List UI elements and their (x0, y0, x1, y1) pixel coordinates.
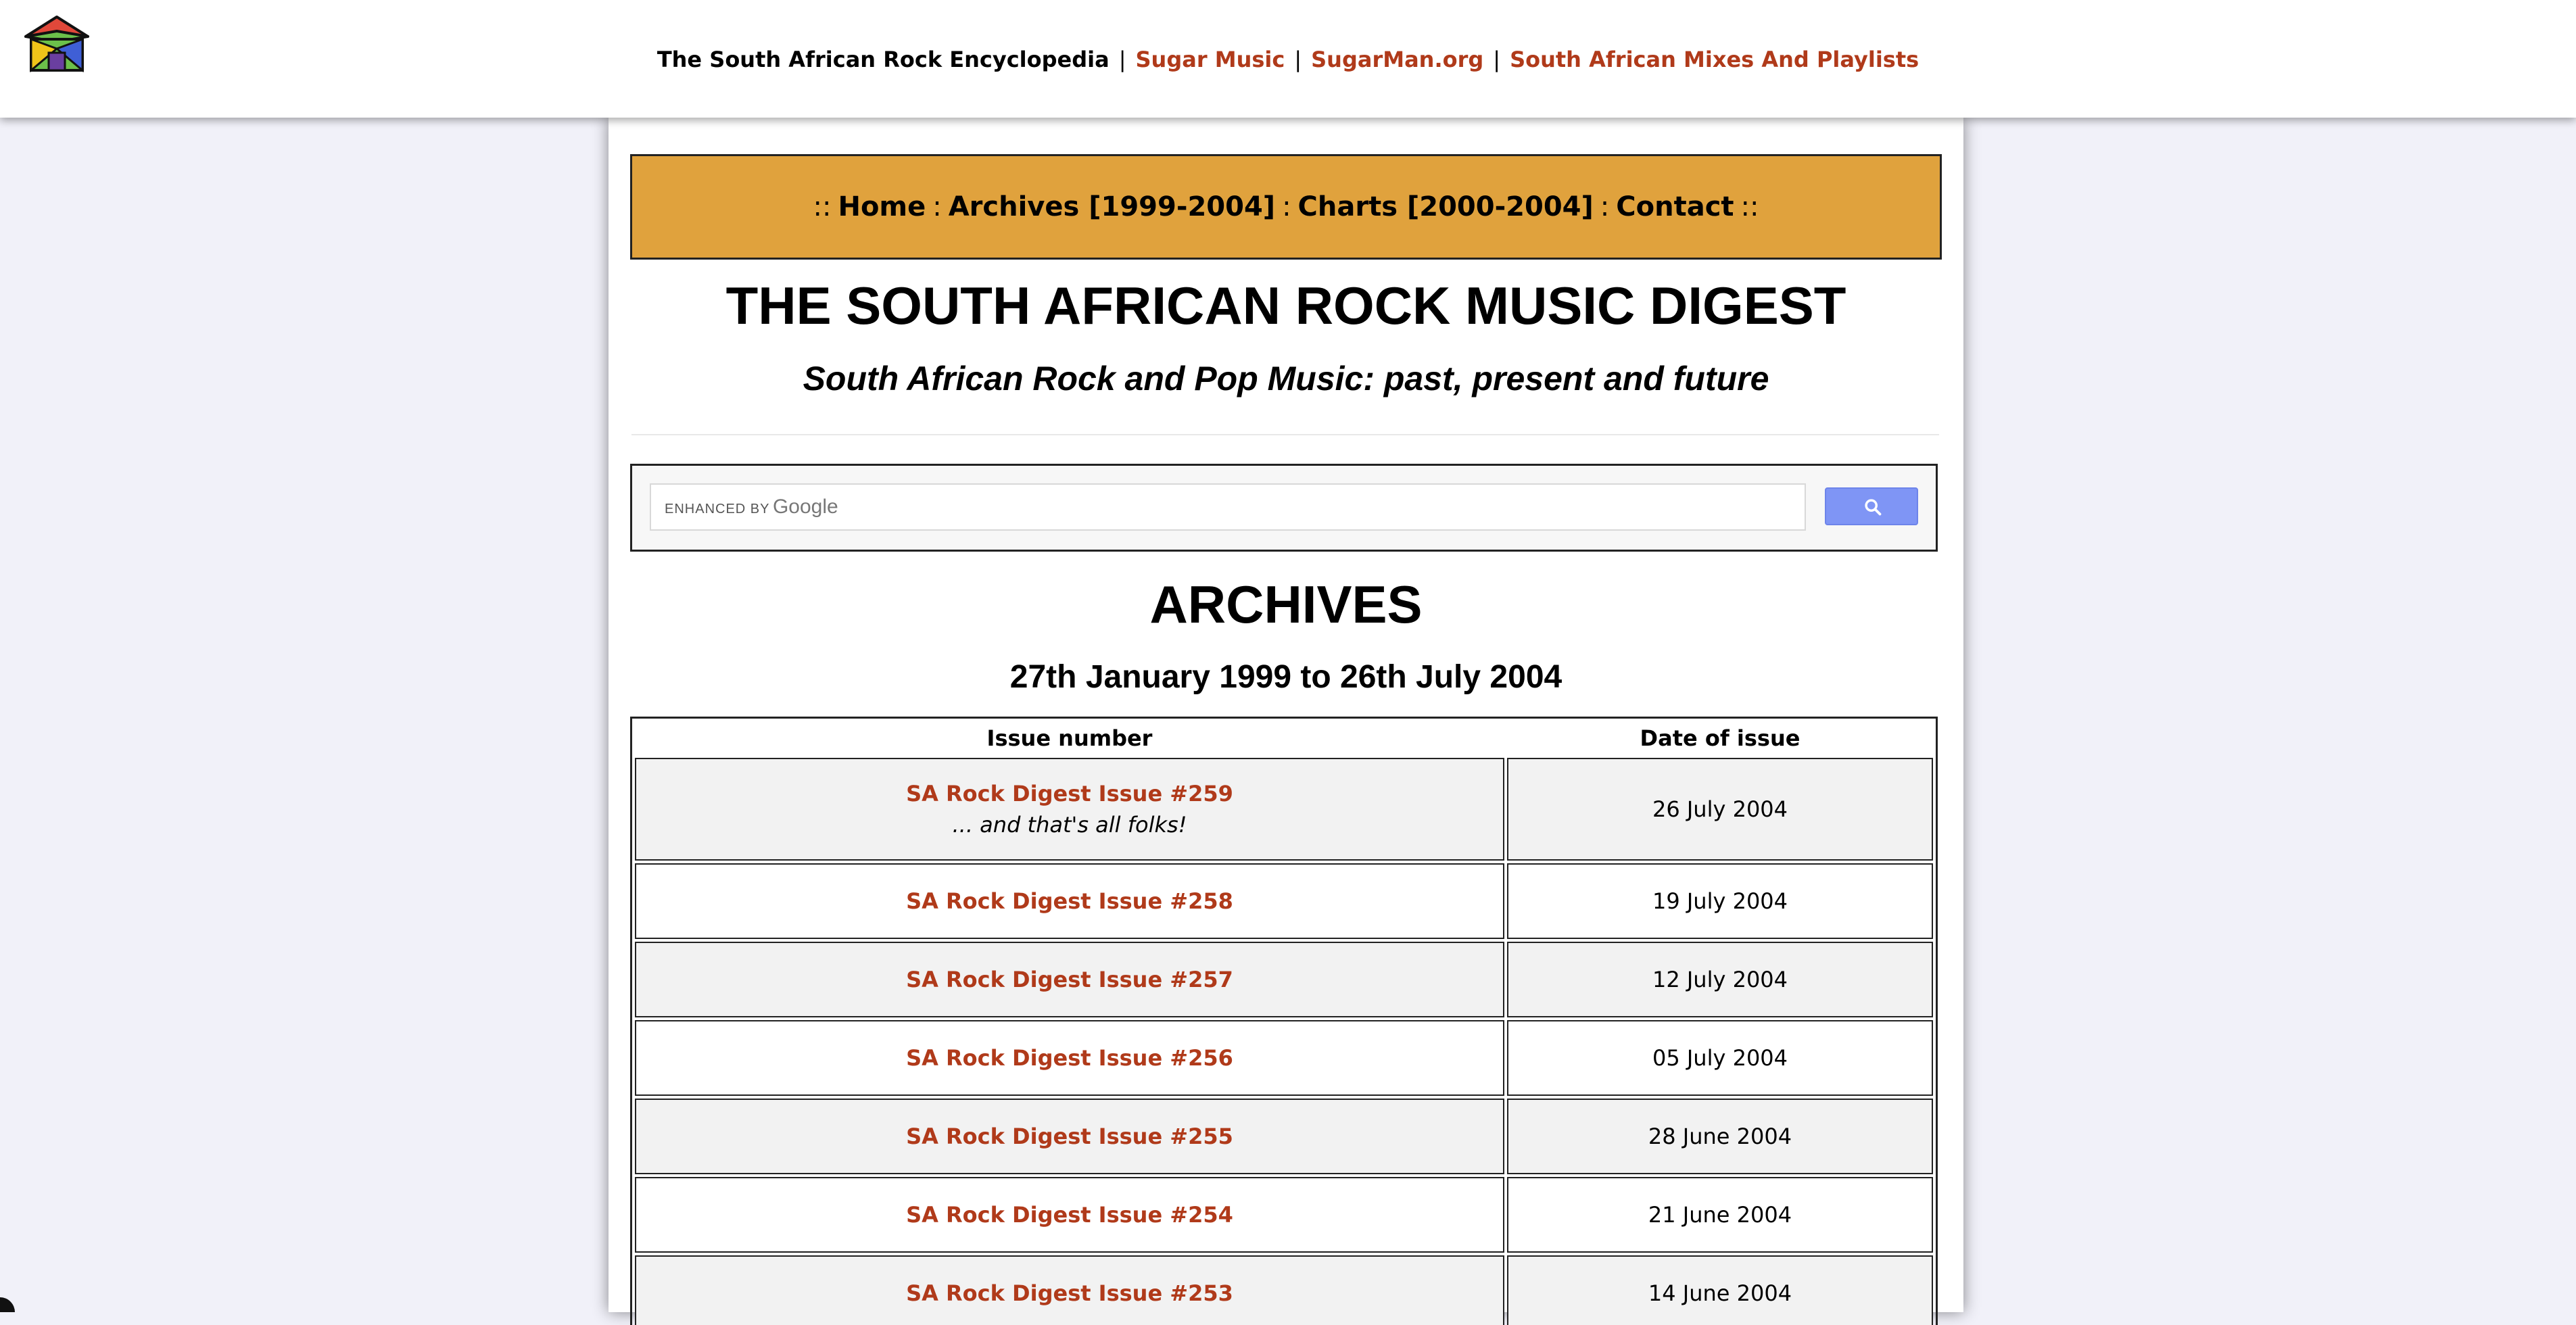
sugarman-link[interactable]: SugarMan.org (1311, 47, 1483, 72)
search-box: ENHANCED BY Google (630, 464, 1938, 552)
top-bar: The South African Rock Encyclopedia | Suga… (0, 0, 2576, 118)
top-navigation: The South African Rock Encyclopedia | Suga… (0, 45, 2576, 74)
search-button[interactable] (1825, 487, 1918, 525)
issue-date: 21 June 2004 (1648, 1202, 1792, 1228)
sugar-music-link[interactable]: Sugar Music (1135, 47, 1285, 72)
nav-separator: : (932, 191, 942, 222)
date-cell: 28 June 2004 (1507, 1099, 1933, 1174)
nav-archives-link[interactable]: Archives [1999-2004] (949, 191, 1275, 222)
issue-link[interactable]: SA Rock Digest Issue #254 (636, 1199, 1503, 1230)
archives-heading: ARCHIVES (1149, 575, 1423, 634)
site-name-link[interactable]: The South African Rock Encyclopedia (657, 47, 1110, 72)
issue-cell: SA Rock Digest Issue #259 ... and that's… (635, 758, 1504, 861)
nav-trail: :: (1740, 191, 1759, 222)
table-row: SA Rock Digest Issue #253 14 June 2004 (635, 1255, 1933, 1325)
issue-cell: SA Rock Digest Issue #253 (635, 1255, 1504, 1325)
date-cell: 21 June 2004 (1507, 1177, 1933, 1253)
table-row: SA Rock Digest Issue #255 28 June 2004 (635, 1099, 1933, 1174)
issue-date: 26 July 2004 (1652, 796, 1788, 822)
issue-link[interactable]: SA Rock Digest Issue #253 (636, 1278, 1503, 1309)
enhanced-by-label: ENHANCED BY (665, 502, 770, 516)
issue-cell: SA Rock Digest Issue #258 (635, 863, 1504, 939)
issue-link[interactable]: SA Rock Digest Issue #259 (636, 778, 1503, 809)
nav-lead: :: (813, 191, 832, 222)
nav-contact-link[interactable]: Contact (1616, 191, 1734, 222)
archives-date-range: 27th January 1999 to 26th July 2004 (1009, 659, 1563, 695)
nav-home-link[interactable]: Home (838, 191, 926, 222)
issue-date: 12 July 2004 (1652, 967, 1788, 992)
table-row: SA Rock Digest Issue #257 12 July 2004 (635, 942, 1933, 1017)
table-header-row: Issue number Date of issue (635, 721, 1933, 755)
date-cell: 05 July 2004 (1507, 1020, 1933, 1096)
separator: | (1493, 47, 1501, 72)
table-row: SA Rock Digest Issue #259 ... and that's… (635, 758, 1933, 861)
issue-note: ... and that's all folks! (952, 812, 1187, 838)
search-icon (1865, 499, 1882, 516)
column-header-date: Date of issue (1640, 725, 1800, 751)
issue-link[interactable]: SA Rock Digest Issue #257 (636, 964, 1503, 995)
mixes-playlists-link[interactable]: South African Mixes And Playlists (1510, 47, 1919, 72)
nav-separator: : (1282, 191, 1291, 222)
table-row: SA Rock Digest Issue #256 05 July 2004 (635, 1020, 1933, 1096)
date-cell: 14 June 2004 (1507, 1255, 1933, 1325)
nav-separator: : (1600, 191, 1610, 222)
table-row: SA Rock Digest Issue #258 19 July 2004 (635, 863, 1933, 939)
date-cell: 26 July 2004 (1507, 758, 1933, 861)
issue-cell: SA Rock Digest Issue #257 (635, 942, 1504, 1017)
table-row: SA Rock Digest Issue #254 21 June 2004 (635, 1177, 1933, 1253)
divider (631, 434, 1939, 435)
issues-table: Issue number Date of issue SA Rock Diges… (632, 719, 1936, 1325)
issue-cell: SA Rock Digest Issue #255 (635, 1099, 1504, 1174)
search-input[interactable]: ENHANCED BY Google (650, 483, 1806, 531)
section-nav: :: Home: Archives [1999-2004]: Charts [2000… (630, 154, 1942, 260)
issue-date: 14 June 2004 (1648, 1280, 1792, 1306)
google-brand-label: Google (772, 496, 838, 518)
date-cell: 19 July 2004 (1507, 863, 1933, 939)
issue-date: 05 July 2004 (1652, 1045, 1788, 1071)
main-content: :: Home: Archives [1999-2004]: Charts [2000… (609, 118, 1963, 1325)
issue-date: 19 July 2004 (1652, 888, 1788, 914)
nav-charts-link[interactable]: Charts [2000-2004] (1298, 191, 1594, 222)
issue-link[interactable]: SA Rock Digest Issue #255 (636, 1121, 1503, 1152)
issue-date: 28 June 2004 (1648, 1124, 1792, 1149)
issue-cell: SA Rock Digest Issue #254 (635, 1177, 1504, 1253)
issues-table-container: Issue number Date of issue SA Rock Diges… (630, 717, 1938, 1325)
issue-cell: SA Rock Digest Issue #256 (635, 1020, 1504, 1096)
issue-link[interactable]: SA Rock Digest Issue #258 (636, 886, 1503, 917)
column-header-issue: Issue number (986, 725, 1153, 751)
issue-link[interactable]: SA Rock Digest Issue #256 (636, 1042, 1503, 1074)
page-title: THE SOUTH AFRICAN ROCK MUSIC DIGEST (725, 276, 1846, 335)
page-subtitle: South African Rock and Pop Music: past, … (803, 360, 1769, 397)
separator: | (1118, 47, 1126, 72)
window-corner (0, 1297, 15, 1312)
date-cell: 12 July 2004 (1507, 942, 1933, 1017)
separator: | (1294, 47, 1302, 72)
